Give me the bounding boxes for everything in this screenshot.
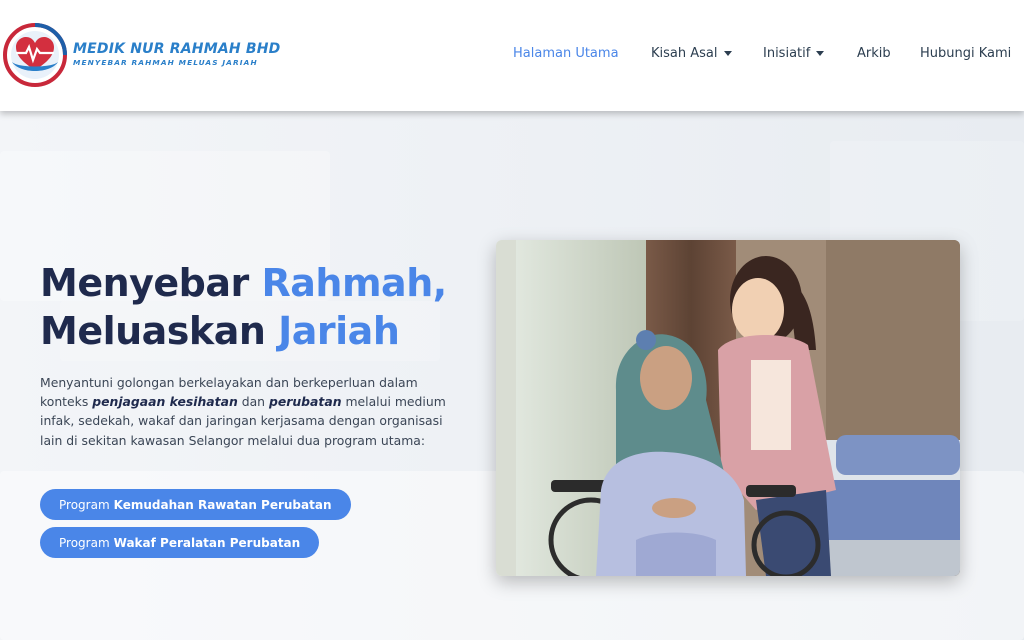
- caregiver-with-elderly-patient-image: [496, 240, 960, 576]
- headline-part: Menyebar: [40, 261, 262, 305]
- program-rawatan-button[interactable]: Program Kemudahan Rawatan Perubatan: [40, 489, 351, 520]
- desc-emphasis: perubatan: [268, 394, 342, 410]
- nav-item-arkib[interactable]: Arkib: [857, 46, 891, 61]
- nav-item-label: Kisah Asal: [651, 46, 718, 61]
- nav-item-kisah-asal[interactable]: Kisah Asal: [651, 46, 732, 61]
- nav-item-label: Hubungi Kami: [920, 46, 1012, 61]
- button-prefix: Program: [59, 497, 110, 512]
- caret-down-icon: [816, 51, 825, 56]
- caret-down-icon: [723, 51, 732, 56]
- program-wakaf-button[interactable]: Program Wakaf Peralatan Perubatan: [40, 527, 320, 558]
- button-prefix: Program: [59, 535, 110, 550]
- hero-description: Menyantuni golongan berkelayakan dan ber…: [40, 373, 460, 450]
- main-nav: Halaman Utama Kisah Asal Inisiatif Arkib…: [0, 46, 1024, 66]
- button-label: Kemudahan Rawatan Perubatan: [113, 497, 332, 512]
- hero-headline: Menyebar Rahmah, Meluaskan Jariah: [40, 259, 480, 355]
- hero-photo: [496, 240, 960, 576]
- site-header: MEDIK NUR RAHMAH BHD MENYEBAR RAHMAH MEL…: [0, 0, 1024, 111]
- nav-item-label: Inisiatif: [763, 46, 811, 61]
- desc-text: dan: [237, 394, 269, 410]
- button-label: Wakaf Peralatan Perubatan: [113, 535, 301, 550]
- nav-item-label: Arkib: [857, 46, 891, 61]
- headline-part: Meluaskan: [40, 309, 279, 353]
- headline-highlight: Jariah: [278, 309, 400, 353]
- nav-item-inisiatif[interactable]: Inisiatif: [763, 46, 825, 61]
- nav-item-label: Halaman Utama: [513, 46, 619, 61]
- headline-highlight: Rahmah,: [261, 261, 448, 305]
- desc-emphasis: penjagaan kesihatan: [92, 394, 238, 410]
- nav-item-hubungi-kami[interactable]: Hubungi Kami: [920, 46, 1011, 61]
- nav-item-halaman-utama[interactable]: Halaman Utama: [513, 46, 619, 61]
